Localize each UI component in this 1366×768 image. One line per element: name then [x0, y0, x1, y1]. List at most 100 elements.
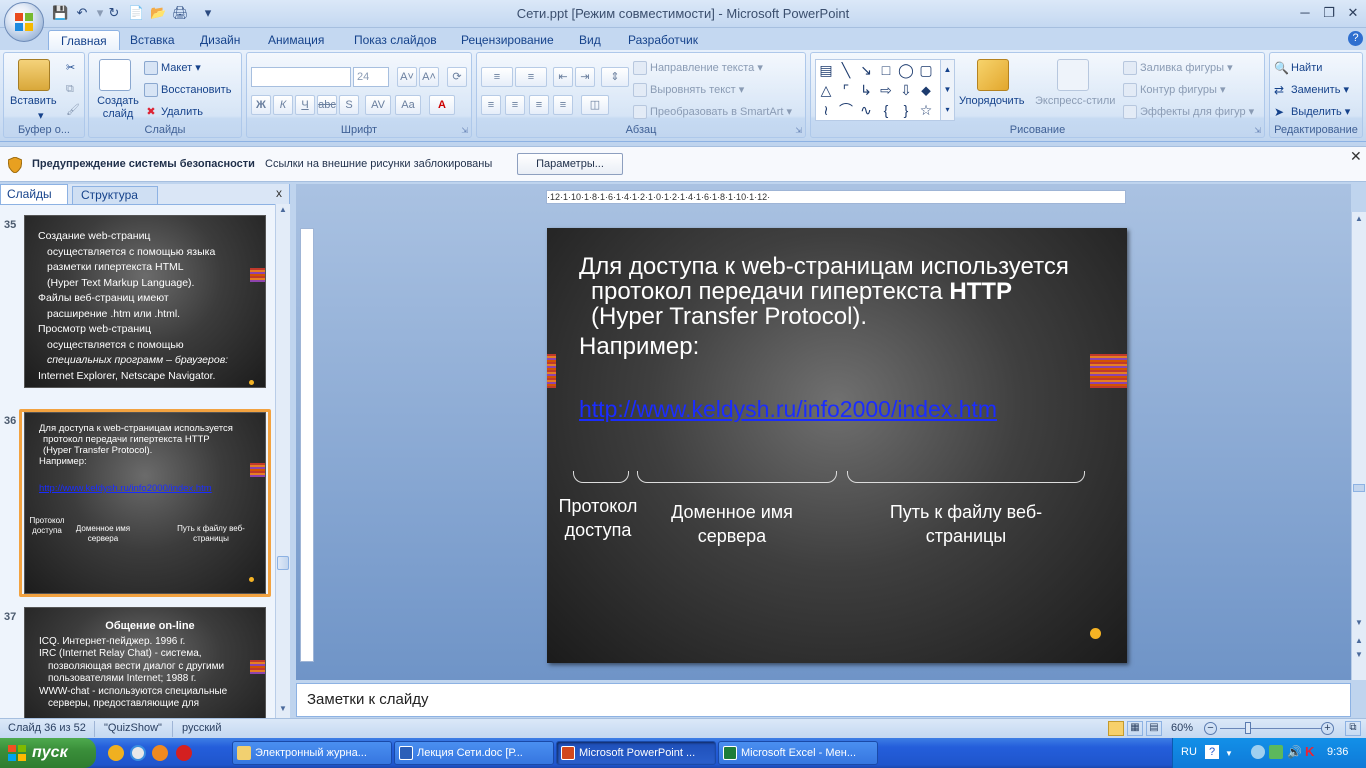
scroll-up-icon[interactable]: ▲: [277, 205, 289, 217]
freeform-shape-icon[interactable]: ∿: [858, 102, 874, 118]
volume-tray-icon[interactable]: 🔊: [1287, 745, 1302, 759]
fit-to-window-icon[interactable]: ⧉: [1345, 721, 1361, 736]
flowchart-shape-icon[interactable]: ⬥: [918, 82, 934, 98]
oval-shape-icon[interactable]: ◯: [898, 62, 914, 78]
tab-review[interactable]: Рецензирование: [449, 30, 566, 50]
tab-home[interactable]: Главная: [48, 30, 120, 50]
zoom-slider-thumb[interactable]: [1245, 722, 1251, 734]
slide-scrollbar[interactable]: ▲ ▼ ▲ ▼: [1351, 212, 1366, 680]
justify-button[interactable]: ≡: [553, 95, 573, 115]
arc-shape-icon[interactable]: ⌒: [838, 102, 854, 118]
zoom-level[interactable]: 60%: [1171, 722, 1193, 734]
layout-button[interactable]: Макет ▾: [144, 61, 201, 76]
shape-effects-button[interactable]: Эффекты для фигур ▾: [1123, 105, 1254, 120]
rectangle-shape-icon[interactable]: □: [878, 62, 894, 78]
tab-outline[interactable]: Структура: [72, 186, 158, 204]
slide-thumbnail-37[interactable]: Общение on-line ICQ. Интернет-пейджер. 1…: [24, 607, 266, 718]
align-center-button[interactable]: ≡: [505, 95, 525, 115]
shapes-gallery[interactable]: ▤ ╲ ↘ □ ◯ ▢ △ ⌜ ↳ ⇨ ⇩ ⬥ ≀ ⌒ ∿ { } ☆ ▲ ▼ ▾: [815, 59, 955, 121]
text-direction-button[interactable]: Направление текста ▾: [633, 61, 763, 76]
tray-expand-icon[interactable]: ▼: [1225, 749, 1233, 758]
close-icon[interactable]: ✕: [1350, 148, 1362, 165]
reset-button[interactable]: Восстановить: [144, 83, 231, 97]
minimize-button[interactable]: ─: [1294, 4, 1316, 22]
italic-button[interactable]: К: [273, 95, 293, 115]
quicklaunch-aimp-icon[interactable]: [108, 745, 124, 761]
network-tray-icon[interactable]: [1251, 745, 1265, 759]
curve-shape-icon[interactable]: ≀: [818, 102, 834, 118]
columns-button[interactable]: ◫: [581, 95, 609, 115]
scroll-thumb[interactable]: [277, 556, 289, 570]
font-size-combo[interactable]: 24: [353, 67, 389, 87]
pane-close-icon[interactable]: x: [276, 186, 282, 200]
slide-hyperlink[interactable]: http://www.keldysh.ru/info2000/index.htm: [579, 396, 997, 423]
underline-button[interactable]: Ч: [295, 95, 315, 115]
tab-view[interactable]: Вид: [567, 30, 613, 50]
language-indicator[interactable]: RU: [1181, 746, 1197, 758]
shape-outline-button[interactable]: Контур фигуры ▾: [1123, 83, 1226, 98]
slide-text-body[interactable]: Для доступа к web-страницам используется…: [579, 254, 1119, 359]
zoom-slider-track[interactable]: [1220, 728, 1322, 729]
select-button[interactable]: ➤ Выделить ▾: [1274, 105, 1350, 119]
strikethrough-button[interactable]: abc: [317, 95, 337, 115]
notes-pane[interactable]: Заметки к слайду: [296, 683, 1351, 717]
quick-styles-button[interactable]: Экспресс-стили: [1035, 95, 1115, 107]
zoom-out-icon[interactable]: −: [1204, 722, 1217, 735]
bullets-button[interactable]: ≡: [481, 67, 513, 87]
triangle-shape-icon[interactable]: △: [818, 82, 834, 98]
down-arrow-shape-icon[interactable]: ⇩: [898, 82, 914, 98]
help-tray-icon[interactable]: ?: [1205, 745, 1219, 759]
font-name-combo[interactable]: [251, 67, 351, 87]
arrow-line-shape-icon[interactable]: ↘: [858, 62, 874, 78]
taskbar-item-journal[interactable]: Электронный журна...: [232, 741, 392, 765]
elbow-connector-shape-icon[interactable]: ⌜: [838, 82, 854, 98]
new-slide-button[interactable]: Создать слайд: [95, 95, 141, 121]
format-painter-icon[interactable]: 🖌: [66, 103, 80, 116]
language-indicator[interactable]: русский: [182, 722, 221, 734]
right-arrow-shape-icon[interactable]: ⇨: [878, 82, 894, 98]
align-right-button[interactable]: ≡: [529, 95, 549, 115]
copy-icon[interactable]: ⧉: [66, 83, 74, 96]
shape-fill-button[interactable]: Заливка фигуры ▾: [1123, 61, 1233, 76]
tab-slideshow[interactable]: Показ слайдов: [342, 30, 449, 50]
increase-indent-button[interactable]: ⇥: [575, 67, 595, 87]
shapes-gallery-scroll[interactable]: ▲ ▼ ▾: [940, 60, 954, 120]
line-shape-icon[interactable]: ╲: [838, 62, 854, 78]
align-text-button[interactable]: Выровнять текст ▾: [633, 83, 744, 98]
rounded-rect-shape-icon[interactable]: ▢: [918, 62, 934, 78]
decrease-indent-button[interactable]: ⇤: [553, 67, 573, 87]
tab-insert[interactable]: Вставка: [118, 30, 187, 50]
next-slide-icon[interactable]: ▼: [1353, 650, 1365, 659]
smartart-button[interactable]: Преобразовать в SmartArt ▾: [633, 105, 792, 120]
arrange-button[interactable]: Упорядочить: [959, 95, 1024, 107]
slideshow-icon[interactable]: ▤: [1146, 721, 1162, 736]
numbering-button[interactable]: ≡: [515, 67, 547, 87]
shadow-button[interactable]: S: [339, 95, 359, 115]
quicklaunch-firefox-icon[interactable]: [152, 745, 168, 761]
normal-view-icon[interactable]: [1108, 721, 1124, 736]
taskbar-item-powerpoint[interactable]: Microsoft PowerPoint ...: [556, 741, 716, 765]
grow-font-button[interactable]: A˅: [397, 67, 417, 87]
scroll-down-icon[interactable]: ▼: [277, 704, 289, 716]
paste-button[interactable]: Вставить: [10, 95, 57, 107]
tab-design[interactable]: Дизайн: [188, 30, 252, 50]
right-brace-shape-icon[interactable]: }: [898, 102, 914, 118]
slide-thumbnail-36[interactable]: Для доступа к web-страницам используется…: [24, 412, 266, 594]
delete-slide-button[interactable]: ✖ Удалить: [144, 105, 203, 119]
tab-animation[interactable]: Анимация: [256, 30, 336, 50]
office-button[interactable]: [4, 2, 44, 42]
current-slide[interactable]: Для доступа к web-страницам используется…: [547, 228, 1127, 663]
textbox-shape-icon[interactable]: ▤: [818, 62, 834, 78]
thumbnails-scrollbar[interactable]: ▲ ▼: [275, 204, 290, 718]
line-spacing-button[interactable]: ⇕: [601, 67, 629, 87]
replace-button[interactable]: ⇄ Заменить ▾: [1274, 83, 1349, 97]
start-button[interactable]: пуск: [0, 738, 96, 768]
bold-button[interactable]: Ж: [251, 95, 271, 115]
char-spacing-button[interactable]: AV: [365, 95, 391, 115]
shrink-font-button[interactable]: A˄: [419, 67, 439, 87]
security-options-button[interactable]: Параметры...: [517, 153, 623, 175]
tab-developer[interactable]: Разработчик: [616, 30, 710, 50]
antivirus-tray-icon[interactable]: K: [1305, 745, 1319, 759]
tab-slides[interactable]: Слайды: [0, 184, 68, 204]
clear-format-button[interactable]: ⟳: [447, 67, 467, 87]
